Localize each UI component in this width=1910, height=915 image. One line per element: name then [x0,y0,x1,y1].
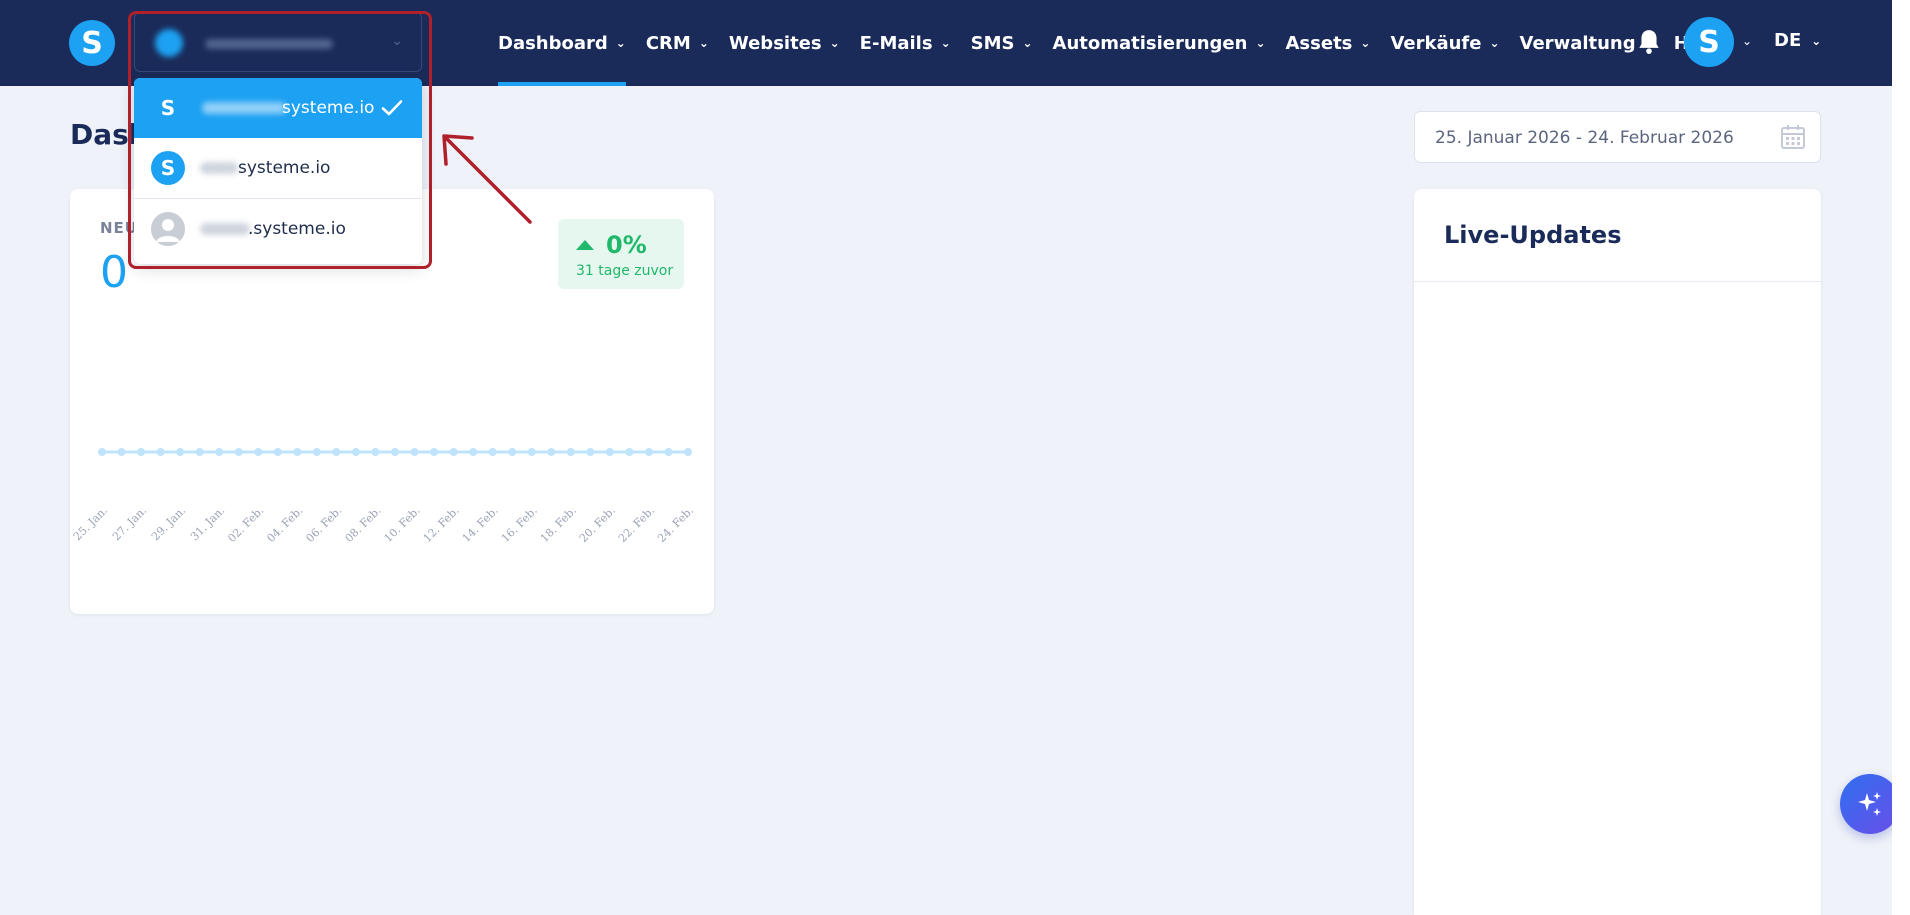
x-tick-label: 29. Jan. [149,504,188,543]
chevron-down-icon: ⌄ [1022,36,1033,50]
nav-item-label: Verwaltung [1519,32,1636,54]
nav-item-assets[interactable]: Assets ⌄ [1286,0,1371,86]
data-point[interactable] [644,448,653,456]
data-point[interactable] [176,448,185,456]
data-point[interactable] [215,448,224,456]
data-point[interactable] [566,448,575,456]
nav-item-verwaltung[interactable]: Verwaltung⌄ [1520,0,1654,86]
x-tick-label: 10. Feb. [382,504,423,545]
chevron-down-icon: ⌄ [1255,36,1266,50]
data-point[interactable] [430,448,439,456]
data-point[interactable] [664,448,673,456]
page-scrollbar[interactable] [1892,0,1910,915]
nav-item-e-mails[interactable]: E-Mails ⌄ [860,0,951,86]
x-tick-label: 25. Jan. [71,504,110,543]
nav-item-websites[interactable]: Websites ⌄ [729,0,840,86]
annotation-highlight-box [128,11,432,269]
data-point[interactable] [469,448,478,456]
data-point[interactable] [137,448,146,456]
nav-item-label: E-Mails [859,32,933,54]
user-avatar[interactable]: S [1684,17,1734,67]
data-point[interactable] [312,448,321,456]
ai-assistant-button[interactable] [1840,774,1900,834]
nav-item-label: Dashboard [498,32,608,54]
notification-bell-icon[interactable] [1636,28,1662,56]
chevron-down-icon: ⌄ [829,36,840,50]
data-point[interactable] [410,448,419,456]
data-point[interactable] [351,448,360,456]
data-point[interactable] [625,448,634,456]
systeme-logo-icon[interactable]: S [69,20,115,66]
data-point[interactable] [254,448,263,456]
nav-item-automatisierungen[interactable]: Automatisierungen ⌄ [1053,0,1266,86]
sparkles-icon [1858,792,1881,816]
live-updates-panel: Live-Updates [1414,189,1821,915]
x-tick-label: 16. Feb. [499,504,540,545]
x-tick-label: 06. Feb. [303,504,344,545]
nav-item-dashboard[interactable]: Dashboard ⌄ [498,0,626,86]
chevron-down-icon: ⌄ [1811,33,1822,48]
main-nav: Dashboard ⌄ CRM ⌄ Websites ⌄ E-Mails ⌄ SMS ⌄ Autom… [498,0,1741,86]
language-label: DE [1774,30,1802,51]
data-point[interactable] [508,448,517,456]
x-tick-label: 04. Feb. [264,504,305,545]
language-selector[interactable]: DE ⌄ [1774,30,1821,51]
data-point[interactable] [293,448,302,456]
nav-item-label: SMS [970,32,1015,54]
user-menu-chevron-icon[interactable]: ⌄ [1742,34,1752,48]
data-point[interactable] [195,448,204,456]
calendar-icon [1781,125,1805,149]
chevron-down-icon: ⌄ [1360,36,1371,50]
nav-item-label: CRM [645,32,691,54]
x-tick-label: 22. Feb. [616,504,657,545]
nav-item-label: Websites [728,32,822,54]
nav-item-label: Verkäufe [1390,32,1482,54]
chevron-down-icon: ⌄ [698,36,709,50]
data-point[interactable] [449,448,458,456]
data-point[interactable] [117,448,126,456]
nav-item-label: Assets [1285,32,1353,54]
x-tick-label: 24. Feb. [655,504,696,545]
data-point[interactable] [605,448,614,456]
nav-item-label: Automatisierungen [1052,32,1248,54]
data-point[interactable] [156,448,165,456]
x-tick-label: 08. Feb. [343,504,384,545]
x-tick-label: 14. Feb. [460,504,501,545]
data-point[interactable] [98,448,106,456]
divider [1414,281,1821,282]
data-point[interactable] [273,448,282,456]
x-tick-label: 12. Feb. [421,504,462,545]
date-range-picker[interactable]: 25. Januar 2026 - 24. Februar 2026 [1414,111,1821,163]
x-tick-label: 18. Feb. [538,504,579,545]
data-point[interactable] [234,448,243,456]
data-point[interactable] [547,448,556,456]
x-tick-label: 20. Feb. [577,504,618,545]
data-point[interactable] [684,448,692,456]
nav-item-crm[interactable]: CRM ⌄ [646,0,709,86]
annotation-arrow-icon [442,134,532,224]
data-point[interactable] [332,448,341,456]
date-range-value: 25. Januar 2026 - 24. Februar 2026 [1435,128,1734,148]
nav-item-sms[interactable]: SMS ⌄ [971,0,1033,86]
x-tick-label: 27. Jan. [110,504,149,543]
data-point[interactable] [527,448,536,456]
x-tick-label: 02. Feb. [225,504,266,545]
data-point[interactable] [371,448,380,456]
x-tick-label: 31. Jan. [188,504,227,543]
live-updates-title: Live-Updates [1444,221,1622,249]
data-point[interactable] [586,448,595,456]
chevron-down-icon: ⌄ [615,36,626,50]
chevron-down-icon: ⌄ [940,36,951,50]
data-point[interactable] [488,448,497,456]
chevron-down-icon: ⌄ [1489,36,1500,50]
nav-item-verkäufe[interactable]: Verkäufe ⌄ [1390,0,1499,86]
data-point[interactable] [391,448,399,456]
